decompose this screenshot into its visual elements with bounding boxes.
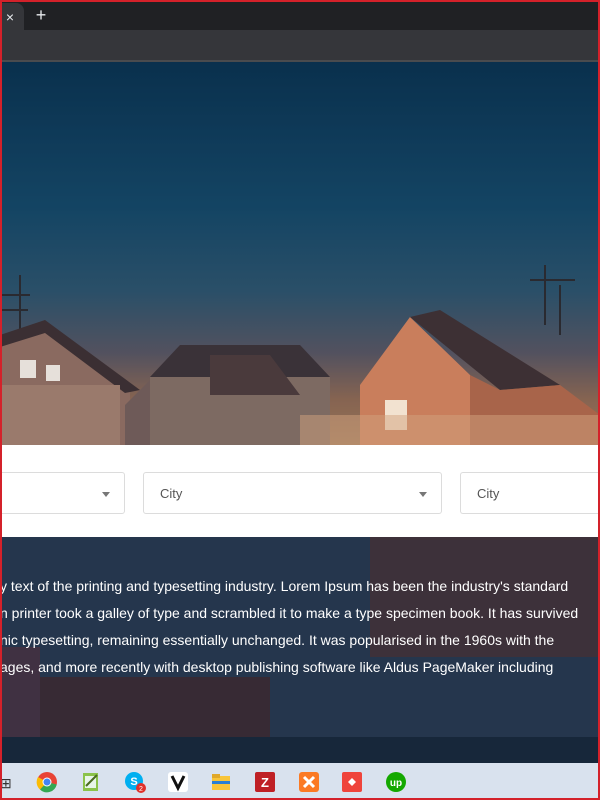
search-panel: City City — [0, 445, 600, 537]
anydesk-icon[interactable] — [341, 771, 363, 793]
skype-badge: 2 — [139, 786, 143, 793]
skype-icon[interactable]: S 2 — [124, 771, 146, 793]
upwork-icon[interactable]: up — [385, 771, 407, 793]
paragraph: y text of the printing and typesetting i… — [0, 573, 600, 681]
xampp-icon[interactable] — [298, 771, 320, 793]
select-value: City — [477, 486, 500, 501]
svg-text:Z: Z — [261, 775, 269, 790]
new-tab-button[interactable]: + — [31, 5, 51, 25]
city-select-2[interactable]: City — [460, 472, 600, 514]
taskbar: ⊞ S 2 Z up — [0, 763, 600, 800]
chrome-icon[interactable] — [36, 771, 58, 793]
close-tab-icon[interactable]: × — [2, 9, 18, 25]
vectary-icon[interactable] — [167, 771, 189, 793]
notepad-icon[interactable] — [80, 771, 102, 793]
rooftops-illustration — [0, 265, 600, 445]
file-explorer-icon[interactable] — [210, 771, 232, 793]
paragraph-line: ages, and more recently with desktop pub… — [0, 659, 554, 675]
hero-banner — [0, 62, 600, 445]
chevron-down-icon — [419, 492, 427, 497]
paragraph-line: y text of the printing and typesetting i… — [0, 578, 569, 594]
taskview-icon[interactable]: ⊞ — [0, 775, 12, 792]
about-section: y text of the printing and typesetting i… — [0, 537, 600, 763]
filezilla-icon[interactable]: Z — [254, 771, 276, 793]
city-select[interactable]: City — [143, 472, 442, 514]
filter-select-1[interactable] — [0, 472, 125, 514]
browser-toolbar — [0, 30, 600, 60]
paragraph-line: n printer took a galley of type and scra… — [0, 605, 579, 621]
active-tab[interactable]: × — [0, 3, 24, 30]
svg-text:up: up — [390, 778, 402, 789]
tab-strip: × + — [0, 0, 600, 30]
select-value: City — [160, 486, 183, 501]
paragraph-line: nic typesetting, remaining essentially u… — [0, 632, 555, 648]
chevron-down-icon — [102, 492, 110, 497]
